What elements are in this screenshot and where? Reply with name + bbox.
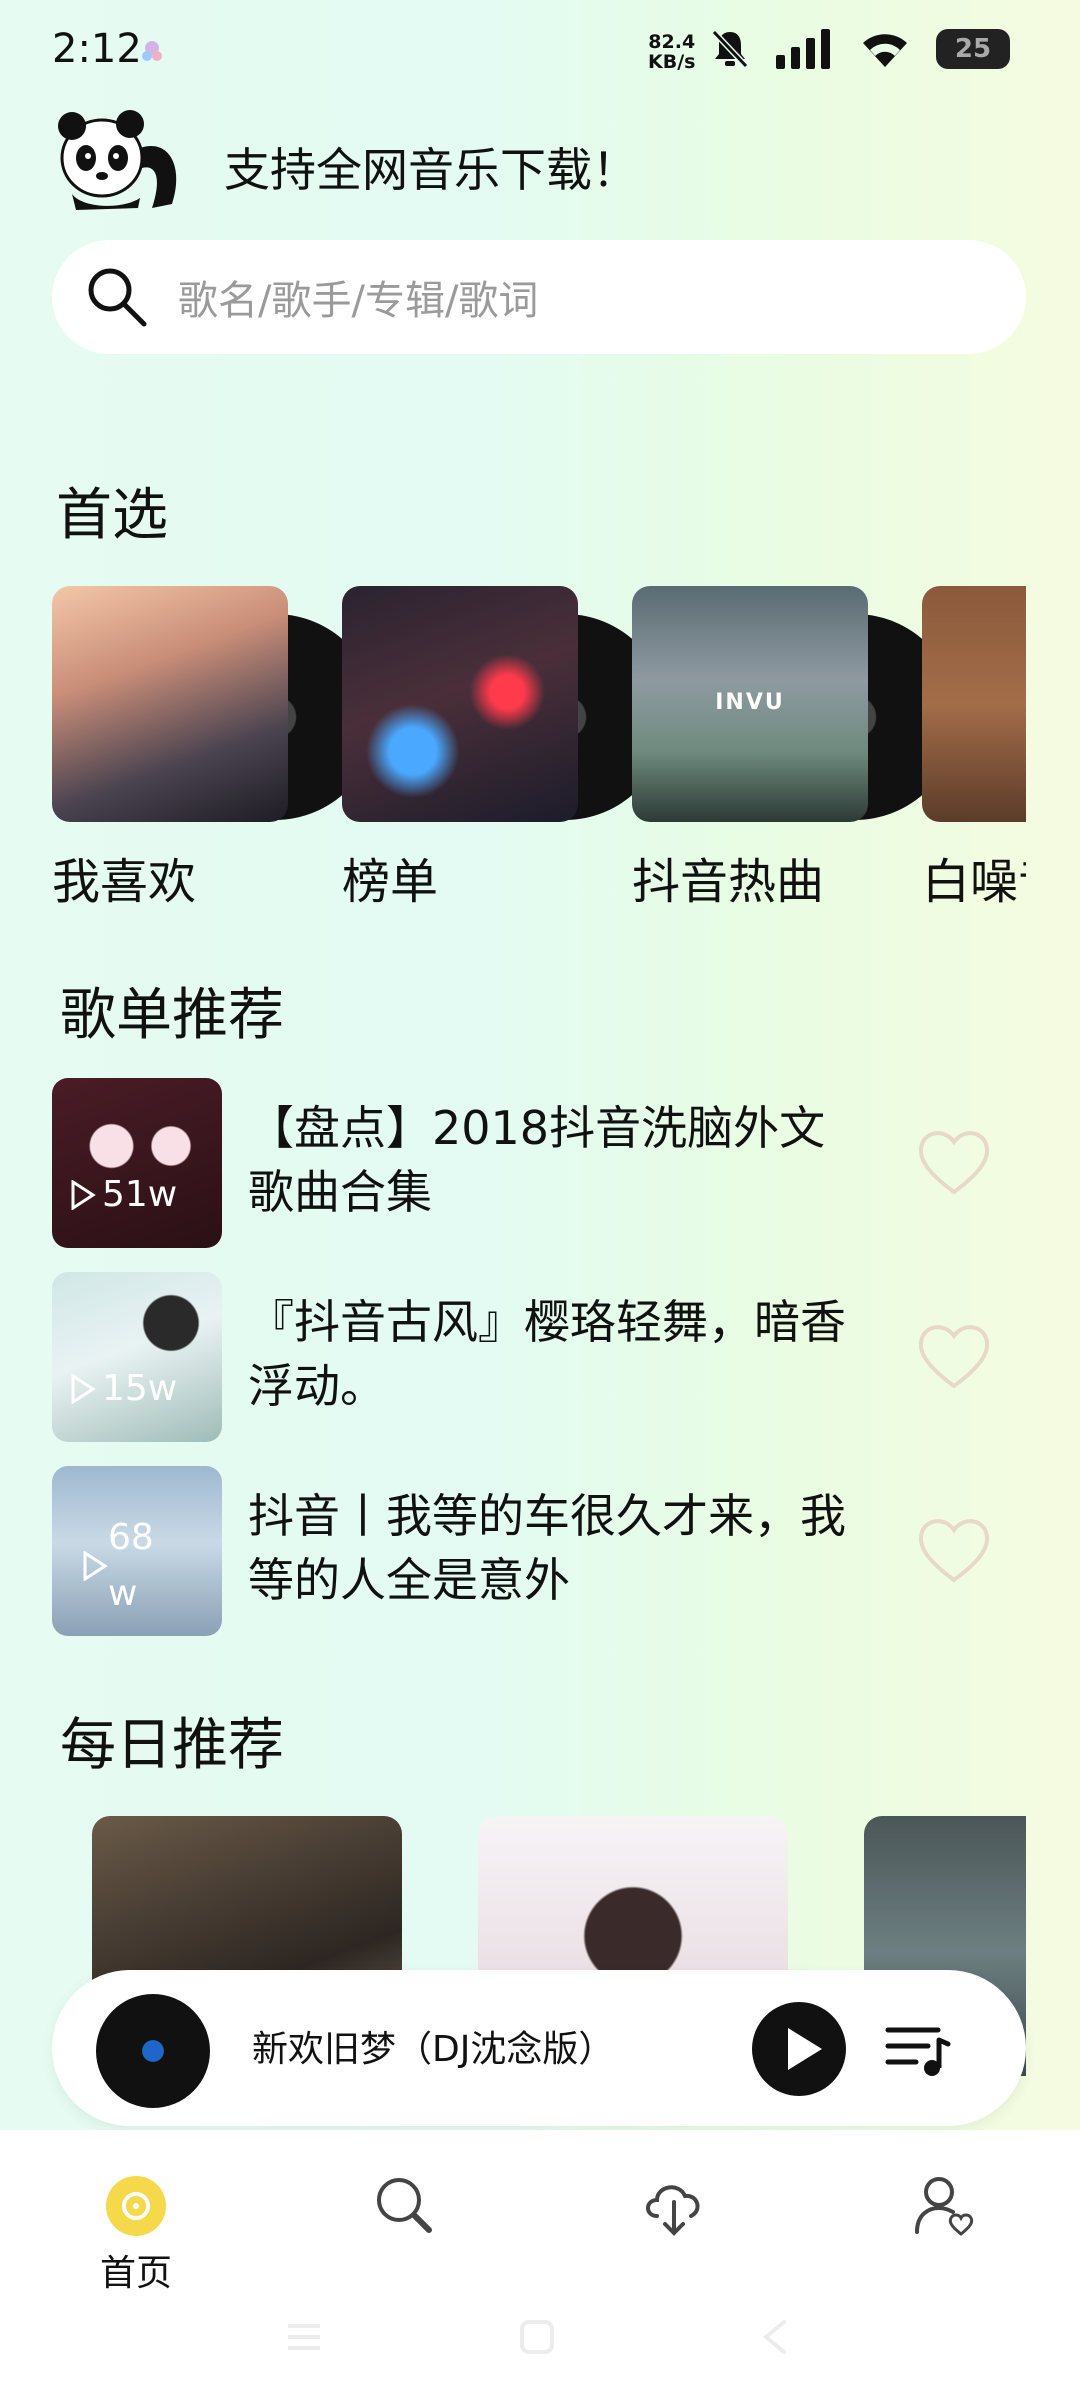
play-button[interactable] bbox=[752, 2002, 846, 2096]
app-slogan: 支持全网音乐下载！ bbox=[224, 143, 638, 197]
search-input[interactable]: 歌名/歌手/专辑/歌词 bbox=[52, 240, 1026, 354]
featured-item-douyin-hits[interactable]: INVU 抖音热曲 bbox=[632, 586, 958, 906]
nav-profile[interactable] bbox=[864, 2170, 1024, 2240]
status-time: 2:12 bbox=[52, 26, 142, 72]
back-icon[interactable] bbox=[760, 2318, 790, 2356]
network-speed: 82.4 KB/s bbox=[648, 31, 696, 73]
play-count-icon bbox=[83, 1551, 108, 1581]
featured-item-white-noise[interactable]: 白噪音 bbox=[922, 586, 1026, 906]
section-title-daily: 每日推荐 bbox=[60, 1713, 284, 1778]
playlist-cover: 51w bbox=[52, 1078, 222, 1248]
playlist-item[interactable]: 15w 『抖音古风』樱珞轻舞，暗香浮动。 bbox=[52, 1272, 1032, 1442]
playlist-title: 『抖音古风』樱珞轻舞，暗香浮动。 bbox=[248, 1295, 846, 1413]
app-notification-icon bbox=[142, 41, 162, 61]
system-nav-bar bbox=[0, 2310, 1080, 2370]
search-icon bbox=[377, 2178, 432, 2233]
play-icon bbox=[788, 2028, 822, 2070]
playlist-cover: 68w bbox=[52, 1466, 222, 1636]
featured-item-charts[interactable]: 榜单 bbox=[342, 586, 668, 906]
featured-carousel[interactable]: 我喜欢 榜单 INVU 抖音热曲 白噪音 bbox=[52, 586, 1026, 906]
play-count: 51w bbox=[70, 1174, 177, 1215]
home-system-icon[interactable] bbox=[518, 2318, 556, 2356]
section-title-featured: 首选 bbox=[56, 483, 168, 548]
wifi-icon bbox=[863, 34, 907, 67]
playlist-queue-icon[interactable] bbox=[882, 2014, 952, 2084]
now-playing-title: 新欢旧梦（DJ沈念版） bbox=[252, 2029, 615, 2070]
nav-home-label: 首页 bbox=[99, 2253, 172, 2294]
home-icon bbox=[106, 2176, 166, 2236]
user-heart-icon bbox=[915, 2177, 974, 2236]
heart-icon[interactable] bbox=[914, 1316, 994, 1396]
cover-image bbox=[52, 586, 288, 822]
search-icon bbox=[88, 268, 147, 327]
status-bar: 2:12 82.4 KB/s 25 bbox=[0, 0, 1080, 110]
mini-player[interactable]: 新欢旧梦（DJ沈念版） bbox=[52, 1970, 1026, 2126]
battery-indicator: 25 bbox=[936, 29, 1010, 69]
playlist-item[interactable]: 51w 【盘点】2018抖音洗脑外文歌曲合集 bbox=[52, 1078, 1032, 1248]
play-count-icon bbox=[71, 1373, 96, 1404]
panda-logo-icon bbox=[58, 110, 177, 210]
bell-muted-icon bbox=[711, 29, 749, 69]
featured-label: 我喜欢 bbox=[52, 854, 197, 906]
featured-label: 榜单 bbox=[342, 854, 439, 906]
featured-label: 抖音热曲 bbox=[632, 854, 825, 906]
heart-icon[interactable] bbox=[914, 1122, 994, 1202]
playlist-title: 抖音丨我等的车很久才来，我等的人全是意外 bbox=[248, 1489, 846, 1607]
section-title-playlists: 歌单推荐 bbox=[60, 983, 284, 1048]
featured-label: 白噪音 bbox=[922, 854, 1026, 906]
nav-home[interactable]: 首页 bbox=[56, 2170, 216, 2296]
cover-image bbox=[342, 586, 578, 822]
nav-search[interactable] bbox=[324, 2170, 484, 2240]
play-count: 15w bbox=[70, 1368, 177, 1409]
playlist-item[interactable]: 68w 抖音丨我等的车很久才来，我等的人全是意外 bbox=[52, 1466, 1032, 1636]
recent-apps-icon[interactable] bbox=[284, 2320, 324, 2354]
search-placeholder: 歌名/歌手/专辑/歌词 bbox=[178, 278, 539, 324]
cover-image: INVU bbox=[632, 586, 868, 822]
playlist-title: 【盘点】2018抖音洗脑外文歌曲合集 bbox=[248, 1101, 826, 1219]
heart-icon[interactable] bbox=[914, 1510, 994, 1590]
vinyl-record-icon bbox=[96, 1994, 210, 2108]
cover-text: INVU bbox=[715, 690, 785, 715]
featured-item-favorites[interactable]: 我喜欢 bbox=[52, 586, 378, 906]
cloud-download-icon bbox=[646, 2185, 700, 2236]
playlist-cover: 15w bbox=[52, 1272, 222, 1442]
play-count: 68w bbox=[82, 1510, 192, 1622]
nav-download[interactable] bbox=[594, 2170, 754, 2240]
signal-icon bbox=[776, 29, 830, 69]
play-count-icon bbox=[71, 1179, 96, 1210]
app-header: 支持全网音乐下载！ bbox=[52, 108, 1032, 218]
cover-image bbox=[922, 586, 1026, 822]
